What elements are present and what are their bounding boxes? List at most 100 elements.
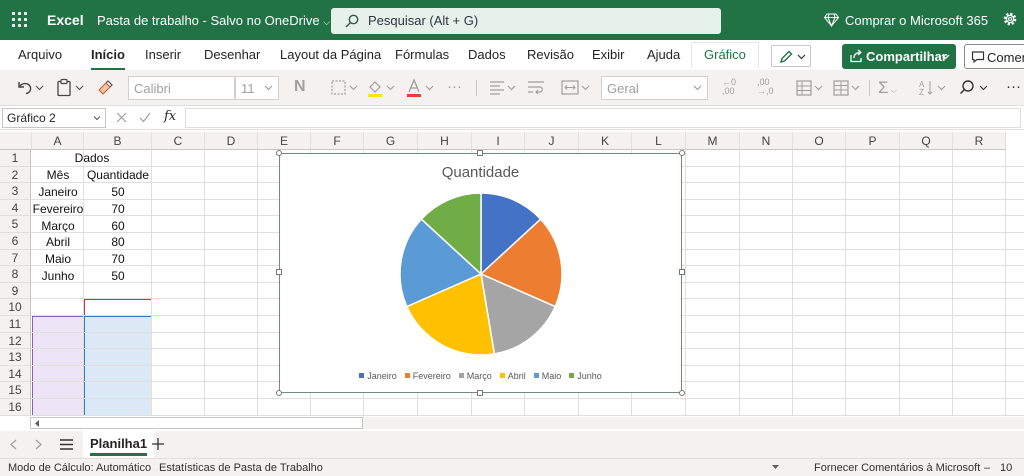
row-header-5[interactable]: 5 <box>0 216 31 233</box>
comments-button[interactable]: Comen <box>964 44 1024 69</box>
legend-item[interactable]: Maio <box>533 371 561 381</box>
document-title[interactable]: Pasta de trabalho - Salvo no OneDrive ⌵ <box>97 13 330 28</box>
search-input[interactable]: Pesquisar (Alt + G) <box>331 8 721 34</box>
app-launcher-icon[interactable] <box>12 12 28 28</box>
align-button[interactable] <box>488 78 520 98</box>
row-header-1[interactable]: 1 <box>0 150 31 167</box>
table-cell-quantity[interactable]: 50 <box>84 184 152 200</box>
tab-layout-da-pagina[interactable]: Layout da Página <box>280 47 381 62</box>
undo-button[interactable] <box>14 78 44 98</box>
add-sheet-icon[interactable] <box>152 438 164 450</box>
row-header-3[interactable]: 3 <box>0 183 31 200</box>
row-header-12[interactable]: 12 <box>0 332 31 350</box>
sort-filter-button[interactable]: A Z <box>918 78 950 98</box>
all-sheets-icon[interactable] <box>60 439 73 450</box>
cancel-icon[interactable] <box>116 112 127 123</box>
table-cell-month[interactable]: Abril <box>32 234 84 250</box>
column-header-k[interactable]: K <box>579 132 632 150</box>
row-header-7[interactable]: 7 <box>0 249 31 267</box>
find-button[interactable] <box>958 78 992 98</box>
check-icon[interactable] <box>139 112 151 123</box>
tab-inserir[interactable]: Inserir <box>145 47 181 62</box>
table-cell-month[interactable]: Janeiro <box>32 184 84 200</box>
row-header-9[interactable]: 9 <box>0 282 31 300</box>
chart-legend[interactable]: Janeiro Fevereiro Março Abril Maio Junho <box>280 371 681 381</box>
row-header-14[interactable]: 14 <box>0 365 31 383</box>
gear-icon[interactable] <box>1002 11 1018 27</box>
conditional-formatting-button[interactable] <box>795 78 827 98</box>
resize-handle-bottom-left[interactable] <box>276 390 282 396</box>
select-all-corner[interactable] <box>0 132 32 150</box>
column-header-i[interactable]: I <box>472 132 525 150</box>
font-name-select[interactable]: Calibri <box>128 76 235 100</box>
editing-mode-button[interactable] <box>771 45 811 67</box>
column-header-m[interactable]: M <box>686 132 740 150</box>
fill-color-button[interactable] <box>366 78 400 98</box>
more-font-options-button[interactable]: ··· <box>447 78 462 98</box>
font-color-button[interactable] <box>405 78 439 98</box>
row-header-10[interactable]: 10 <box>0 299 31 316</box>
sheet-tab-planilha1[interactable]: Planilha1 <box>83 431 155 458</box>
column-header-o[interactable]: O <box>793 132 846 150</box>
column-header-g[interactable]: G <box>364 132 418 150</box>
column-header-n[interactable]: N <box>740 132 793 150</box>
column-header-r[interactable]: R <box>953 132 1006 150</box>
legend-item[interactable]: Março <box>458 371 492 381</box>
font-size-select[interactable]: 11 <box>235 76 279 100</box>
cell-dados-title[interactable]: Dados <box>32 150 152 166</box>
column-header-p[interactable]: P <box>846 132 900 150</box>
borders-button[interactable] <box>330 78 364 98</box>
row-header-16[interactable]: 16 <box>0 399 31 416</box>
column-header-h[interactable]: H <box>418 132 472 150</box>
tab-inicio[interactable]: Início <box>91 47 125 71</box>
column-header-d[interactable]: D <box>205 132 258 150</box>
next-sheet-icon[interactable] <box>35 439 42 450</box>
table-cell-quantity[interactable]: 80 <box>84 234 152 250</box>
tab-formulas[interactable]: Fórmulas <box>395 47 449 62</box>
name-box[interactable]: Gráfico 2 <box>2 108 106 128</box>
share-button[interactable]: Compartilhar <box>842 44 956 69</box>
calculation-mode[interactable]: Modo de Cálculo: Automático <box>8 462 151 474</box>
row-header-15[interactable]: 15 <box>0 382 31 399</box>
column-header-e[interactable]: E <box>258 132 311 150</box>
previous-sheet-icon[interactable] <box>10 439 17 450</box>
tab-grafico[interactable]: Gráfico <box>691 42 759 68</box>
workbook-statistics[interactable]: Estatísticas de Pasta de Trabalho <box>159 462 323 474</box>
column-header-q[interactable]: Q <box>900 132 953 150</box>
tab-revisao[interactable]: Revisão <box>527 47 574 62</box>
resize-handle-left[interactable] <box>276 269 282 275</box>
row-header-2[interactable]: 2 <box>0 166 31 184</box>
insert-function-button[interactable]: fx <box>164 109 176 124</box>
column-header-b[interactable]: B <box>84 132 152 150</box>
tab-ajuda[interactable]: Ajuda <box>647 47 680 62</box>
format-as-table-button[interactable] <box>832 78 864 98</box>
row-header-6[interactable]: 6 <box>0 233 31 250</box>
row-header-11[interactable]: 11 <box>0 316 31 333</box>
tab-arquivo[interactable]: Arquivo <box>18 47 62 62</box>
row-header-8[interactable]: 8 <box>0 266 31 283</box>
resize-handle-top-left[interactable] <box>276 150 282 156</box>
zoom-level[interactable]: 10 <box>1000 462 1012 474</box>
tab-dados[interactable]: Dados <box>468 47 506 62</box>
paste-button[interactable] <box>55 78 89 98</box>
increase-decimal-button[interactable]: ←0,00 <box>722 78 736 98</box>
format-painter-button[interactable] <box>96 78 114 98</box>
more-options-button[interactable]: ··· <box>1006 78 1021 98</box>
resize-handle-top-right[interactable] <box>679 150 685 156</box>
legend-item[interactable]: Junho <box>569 371 602 381</box>
resize-handle-bottom[interactable] <box>477 390 483 396</box>
pie-chart[interactable]: Quantidade Janeiro Fevereiro Março Abril Mai… <box>279 153 682 393</box>
legend-item[interactable]: Abril <box>499 371 526 381</box>
resize-handle-right[interactable] <box>679 269 685 275</box>
bold-button[interactable]: N <box>294 78 306 98</box>
scroll-left-icon[interactable] <box>34 420 40 427</box>
tab-desenhar[interactable]: Desenhar <box>204 47 260 62</box>
cell-header-mes[interactable]: Mês <box>32 167 84 183</box>
column-header-l[interactable]: L <box>632 132 686 150</box>
decrease-decimal-button[interactable]: ,00 →,0 <box>757 78 774 98</box>
merge-cells-button[interactable] <box>560 78 594 98</box>
tab-exibir[interactable]: Exibir <box>592 47 625 62</box>
chevron-down-icon[interactable] <box>772 465 779 470</box>
column-header-f[interactable]: F <box>311 132 364 150</box>
give-feedback-link[interactable]: Fornecer Comentários à Microsoft <box>814 462 980 474</box>
